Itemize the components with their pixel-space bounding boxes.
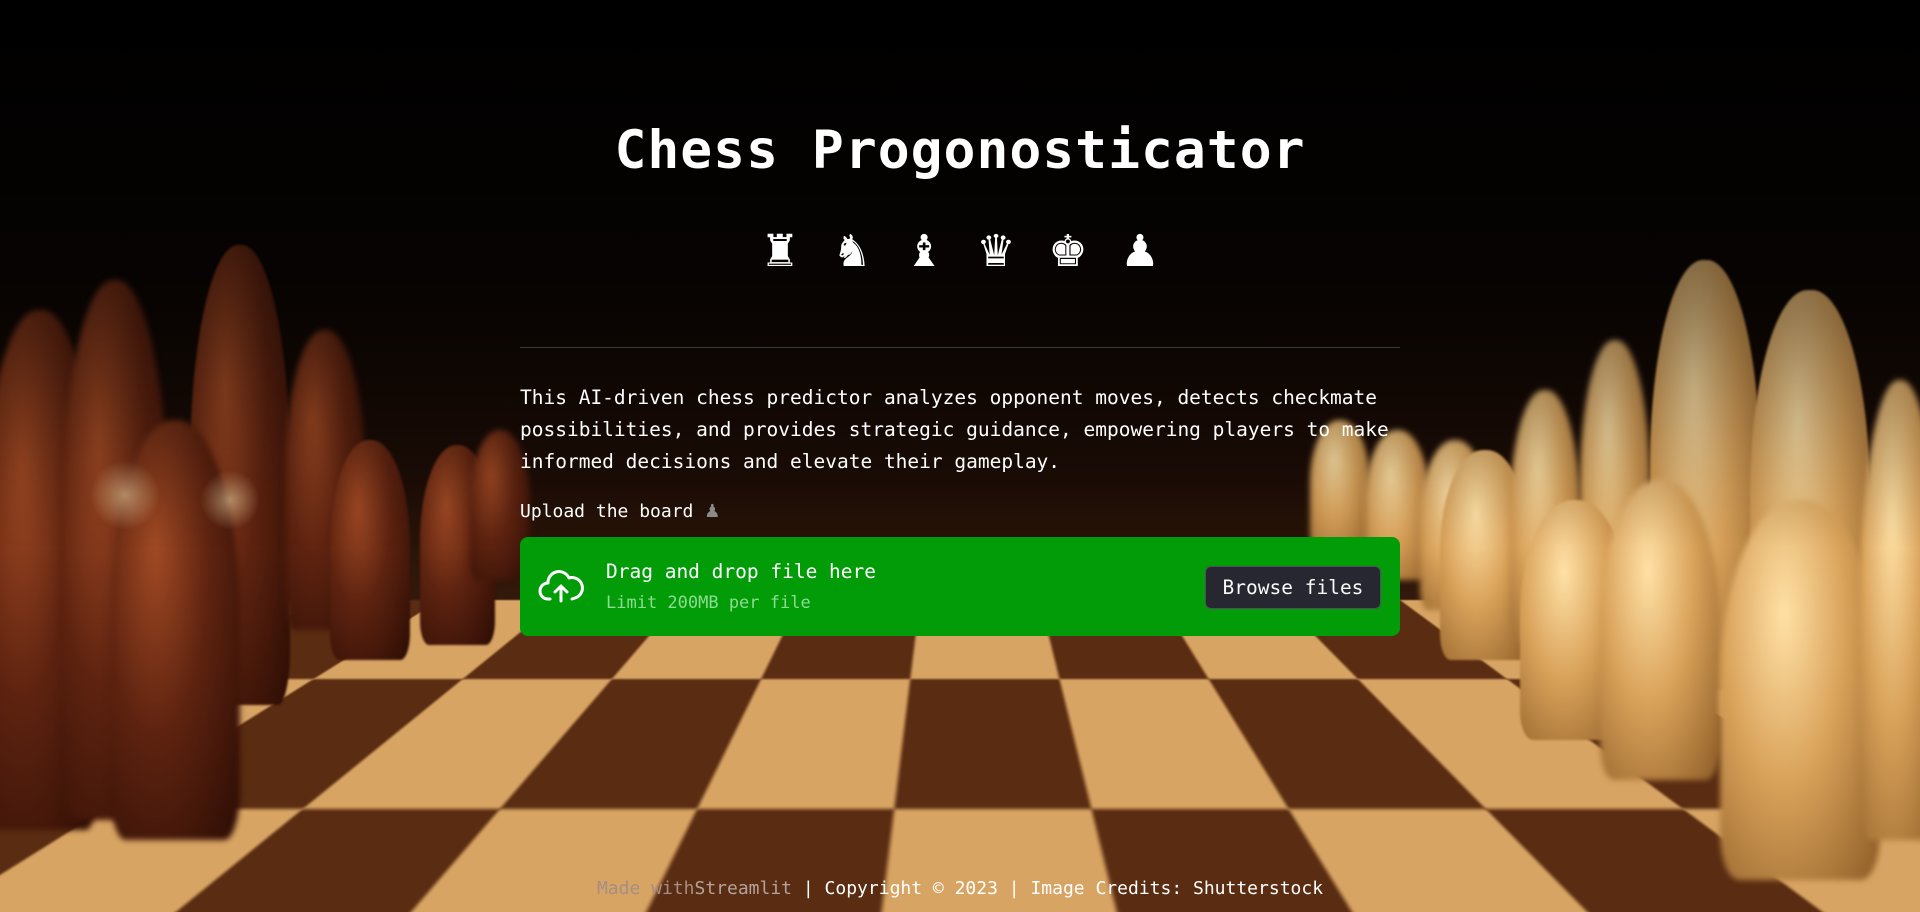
light-pawn-shape [1720, 500, 1880, 880]
cloud-upload-icon [538, 570, 584, 603]
light-reflection [90, 460, 160, 530]
footer-made-with: Made with [596, 878, 695, 899]
app-description: This AI-driven chess predictor analyzes … [520, 386, 1389, 473]
chess-pieces-row: ♜ ♞ ♝ ♛ ♚ ♟ [520, 226, 1400, 278]
bishop-icon: ♝ [904, 226, 944, 277]
pawn-icon: ♟ [1120, 226, 1160, 277]
light-piece-shape [1860, 380, 1920, 840]
dropzone-instructions: Drag and drop file here [606, 560, 877, 583]
file-dropzone[interactable]: Drag and drop file here Limit 200MB per … [520, 537, 1400, 636]
dropzone-file-limit: Limit 200MB per file [606, 593, 811, 613]
dark-pawn-shape [330, 440, 410, 660]
divider [520, 347, 1400, 348]
queen-icon: ♛ [976, 226, 1016, 277]
rook-icon: ♜ [760, 226, 800, 277]
browse-files-button[interactable]: Browse files [1205, 566, 1381, 609]
light-pawn-shape [1600, 480, 1720, 780]
light-reflection [200, 470, 260, 530]
king-icon: ♚ [1048, 226, 1088, 277]
streamlit-link[interactable]: Streamlit [694, 878, 792, 899]
footer-copyright: | Copyright © 2023 | Image Credits: Shut… [792, 878, 1324, 899]
pawn-icon: ♟ [704, 501, 721, 522]
knight-icon: ♞ [832, 226, 872, 277]
footer: Made withStreamlit | Copyright © 2023 | … [0, 876, 1920, 902]
upload-label: Upload the board ♟ [520, 498, 720, 526]
upload-label-text: Upload the board [520, 501, 694, 522]
page-title: Chess Progonosticator [614, 120, 1306, 181]
